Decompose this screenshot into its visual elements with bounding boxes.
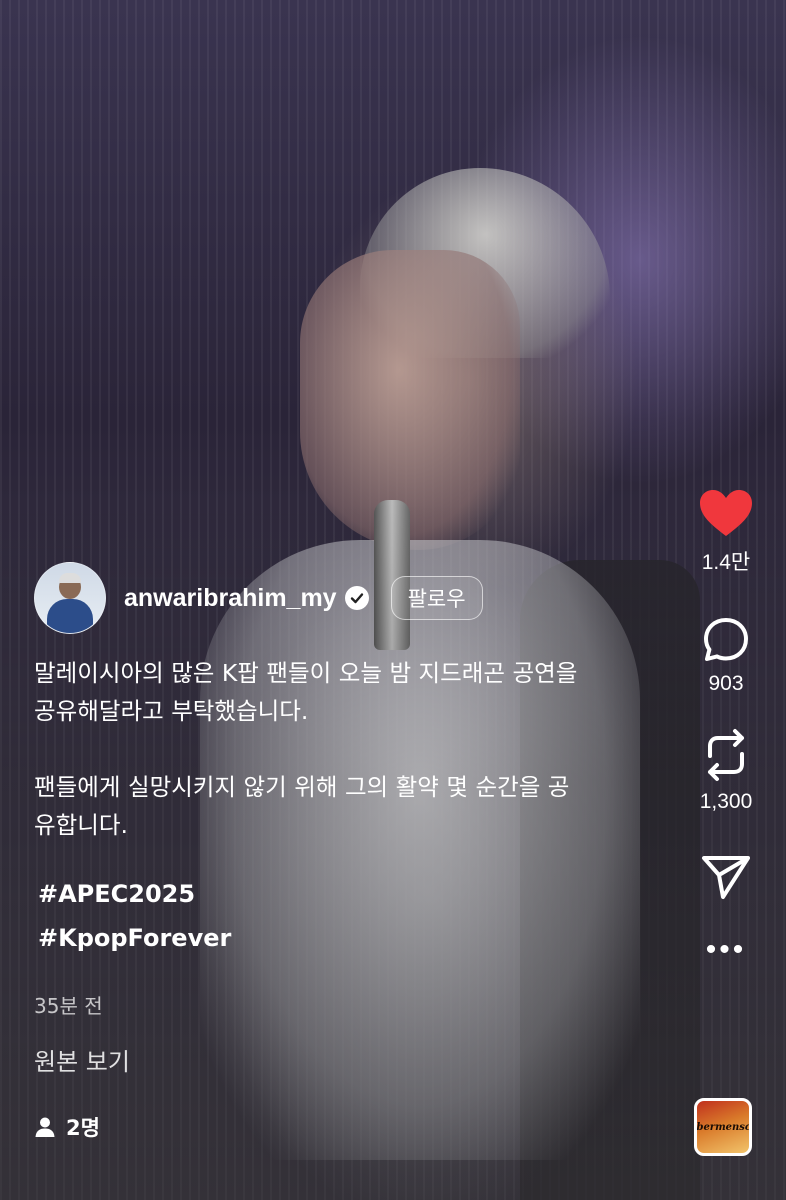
comment-bubble-icon	[704, 618, 748, 661]
share-button[interactable]	[701, 854, 751, 900]
avatar[interactable]	[34, 562, 106, 634]
verified-badge-icon	[344, 586, 369, 610]
music-album-art[interactable]: Übermensch	[694, 1098, 752, 1156]
post-time: 35분 전	[34, 994, 103, 1018]
like-count: 1.4만	[701, 551, 751, 574]
hashtag-link[interactable]: #APEC2025	[38, 872, 674, 916]
caption-line: 유합니다.	[34, 811, 128, 839]
viewer-count[interactable]: 2명	[34, 1112, 100, 1142]
view-original-link[interactable]: 원본 보기	[34, 1042, 130, 1077]
caption-line: 공유해달라고 부탁했습니다.	[34, 697, 309, 725]
music-label: Übermensch	[696, 1121, 752, 1133]
more-options-button[interactable]: •••	[705, 933, 747, 966]
username[interactable]: anwaribrahim_my	[124, 584, 337, 613]
viewer-count-label: 2명	[66, 1116, 100, 1140]
heart-icon	[700, 490, 752, 536]
post-caption: 말레이시아의 많은 K팝 팬들이 오늘 밤 지드래곤 공연을 공유해달라고 부탁…	[34, 654, 674, 960]
action-rail: 1.4만 903 1,300 •••	[666, 480, 786, 966]
hashtag-list: #APEC2025 #KpopForever	[34, 872, 674, 960]
comment-button[interactable]: 903	[702, 616, 750, 696]
more-dots-icon: •••	[705, 933, 747, 966]
person-icon	[35, 1117, 55, 1137]
repost-button[interactable]: 1,300	[699, 728, 753, 814]
caption-line: 팬들에게 실망시키지 않기 위해 그의 활약 몇 순간을 공	[34, 773, 570, 801]
comment-count: 903	[708, 672, 744, 695]
repost-count: 1,300	[699, 790, 753, 813]
caption-line: 말레이시아의 많은 K팝 팬들이 오늘 밤 지드래곤 공연을	[34, 659, 578, 687]
follow-button[interactable]: 팔로우	[390, 576, 483, 620]
profile-row: anwaribrahim_my 팔로우	[34, 562, 483, 634]
send-icon	[702, 856, 750, 899]
hashtag-link[interactable]: #KpopForever	[38, 916, 674, 960]
like-button[interactable]: 1.4만	[698, 488, 754, 576]
repost-icon	[708, 729, 744, 781]
